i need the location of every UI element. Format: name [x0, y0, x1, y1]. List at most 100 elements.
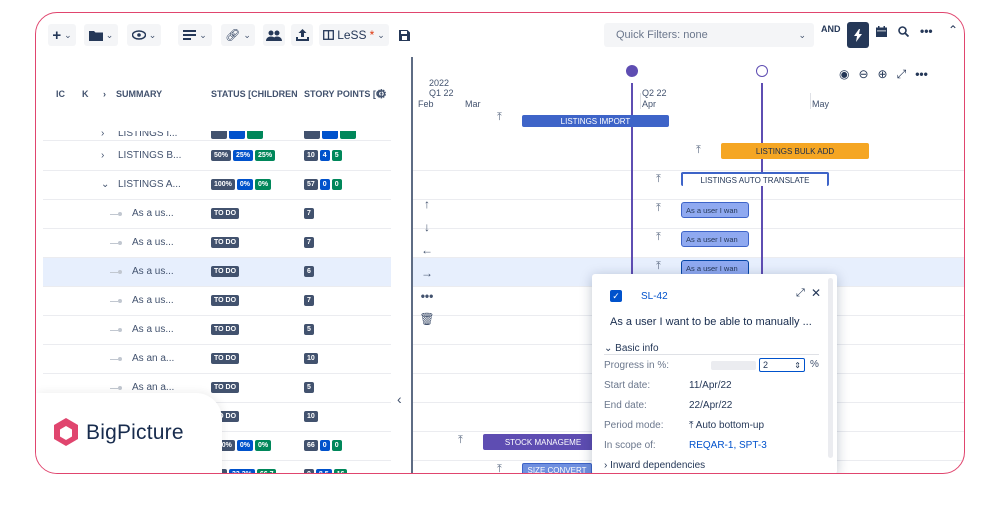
arrow-left-icon[interactable]: ← [417, 243, 437, 266]
inward-dependencies-section[interactable]: › Inward dependencies [604, 460, 705, 471]
table-row[interactable]: As a us... TO DO 7 [43, 200, 391, 229]
add-button[interactable]: + ⌄ [48, 24, 76, 46]
basic-info-section[interactable]: ⌄ Basic info [604, 343, 659, 354]
upload-icon: ⤒ [656, 231, 661, 243]
today-marker[interactable] [626, 65, 638, 77]
collapse-panel-arrow[interactable]: ‹ [397, 391, 402, 407]
unsaved-marker: * [369, 28, 375, 42]
view-selector[interactable]: LeSS * ⌄ [319, 24, 389, 46]
stepper-icon[interactable]: ⇕ [794, 361, 801, 370]
end-date-value[interactable]: 22/Apr/22 [689, 400, 732, 411]
points-pill: 6 [304, 266, 314, 277]
expand-icon[interactable]: ⤢ [796, 287, 805, 300]
bar-story[interactable]: As a user I wan [681, 202, 749, 218]
link-button[interactable]: 🔗︎ ⌄ [221, 24, 255, 46]
bar-label: As a user I wan [686, 205, 738, 215]
progress-input[interactable]: 2 ⇕ [759, 358, 805, 372]
bar-listings-import[interactable]: LISTINGS IMPORT [522, 115, 669, 127]
row-summary[interactable]: As a us... [132, 266, 174, 277]
folder-button[interactable]: ⌄ [84, 24, 118, 46]
arrow-down-icon[interactable]: ↓ [417, 220, 437, 243]
upload-icon: ⤒ [656, 173, 661, 185]
calendar-button[interactable] [876, 26, 887, 40]
bolt-button[interactable] [847, 22, 869, 48]
column-summary[interactable]: SUMMARY [116, 89, 162, 99]
chevron-right-icon[interactable]: › [101, 150, 104, 161]
arrow-up-icon[interactable]: ↑ [417, 197, 437, 220]
row-summary[interactable]: As a us... [132, 208, 174, 219]
row-summary[interactable]: LISTINGS B... [118, 150, 181, 161]
chevron-down-icon[interactable]: ⌄ [101, 179, 109, 190]
table-row[interactable]: ⌄ LISTINGS A... 100% 0% 0% 57 0 0 [43, 171, 391, 200]
team-button[interactable] [263, 24, 285, 46]
table-row[interactable]: As an a... TO DO 10 [43, 345, 391, 374]
table-row[interactable]: As a us... TO DO 5 [43, 316, 391, 345]
column-status[interactable]: STATUS [CHILDREN [211, 89, 298, 99]
start-date-value[interactable]: 11/Apr/22 [689, 380, 732, 391]
columns-button[interactable]: ⌄ [178, 24, 212, 46]
zoom-out-icon[interactable]: ⊖ [858, 67, 868, 82]
period-mode-value[interactable]: ⤒ Auto bottom-up [689, 420, 764, 431]
table-row[interactable]: As a us... TO DO 6 [43, 258, 391, 287]
bar-story[interactable]: As a user I wan [681, 231, 749, 247]
table-row[interactable]: › LISTINGS I... [43, 131, 391, 141]
bar-stock-management[interactable]: STOCK MANAGEME [483, 434, 603, 450]
points-pill: 57 [304, 179, 318, 190]
status-pill: TO DO [211, 237, 240, 248]
table-row[interactable]: As a us... TO DO 7 [43, 287, 391, 316]
month-may: May [812, 99, 830, 109]
expand-icon[interactable]: ⤢ [897, 67, 907, 82]
scope-links[interactable]: REQAR-1, SPT-3 [689, 440, 767, 451]
bar-listings-auto-translate[interactable]: LISTINGS AUTO TRANSLATE [681, 172, 829, 186]
trash-icon[interactable]: 🗑︎ [417, 312, 437, 335]
column-story-points[interactable]: STORY POINTS [C [304, 89, 382, 99]
status-cell [211, 131, 263, 139]
zoom-in-icon[interactable]: ⊕ [878, 67, 888, 82]
popup-scrollbar[interactable] [828, 278, 833, 458]
export-button[interactable] [291, 24, 313, 46]
more-icon[interactable]: ••• [915, 67, 928, 82]
percent-unit: % [810, 359, 819, 370]
target-icon[interactable]: ◉ [839, 67, 849, 82]
save-icon [398, 29, 410, 41]
row-summary[interactable]: As a us... [132, 237, 174, 248]
expand-all-icon[interactable]: › [103, 89, 106, 99]
side-tools: ↑ ↓ ← → ••• 🗑︎ [417, 197, 437, 335]
more-button[interactable]: ••• [920, 24, 933, 38]
bar-size-convert[interactable]: SIZE CONVERT [522, 463, 592, 473]
save-button[interactable] [394, 24, 414, 46]
and-toggle[interactable]: AND [821, 24, 841, 34]
table-row[interactable]: › LISTINGS B... 50% 25% 25% 10 4 5 [43, 142, 391, 171]
row-summary[interactable]: As an a... [132, 353, 174, 364]
points-pill: 0 [319, 440, 330, 451]
row-summary[interactable]: As a us... [132, 324, 174, 335]
today-line[interactable] [631, 83, 633, 283]
issue-key-link[interactable]: SL-42 [641, 291, 668, 302]
chevron-right-icon[interactable]: › [101, 131, 104, 139]
bar-listings-bulk-add[interactable]: LISTINGS BULK ADD [721, 143, 869, 159]
tree-connector [110, 359, 118, 360]
row-summary[interactable]: LISTINGS I... [118, 131, 177, 139]
row-summary[interactable]: As a us... [132, 295, 174, 306]
table-row[interactable]: As a us... TO DO 7 [43, 229, 391, 258]
upload-icon: ⤒ [696, 144, 701, 156]
search-button[interactable] [898, 26, 910, 40]
view-button[interactable]: ⌄ [127, 24, 161, 46]
bar-label: STOCK MANAGEME [504, 437, 582, 447]
gantt-row[interactable] [413, 142, 964, 171]
bar-label: LISTINGS IMPORT [560, 116, 631, 126]
milestone-marker[interactable] [756, 65, 768, 77]
bar-label: As a user I wan [686, 263, 738, 273]
arrow-right-icon[interactable]: → [417, 266, 437, 289]
status-pill [211, 131, 227, 139]
column-ic[interactable]: IC [56, 89, 65, 99]
quick-filters-select[interactable]: Quick Filters: none ⌄ [604, 23, 814, 47]
collapse-toolbar-button[interactable]: ⌃ [948, 23, 958, 37]
more-icon[interactable]: ••• [417, 289, 437, 312]
gear-icon[interactable]: ⚙ [376, 87, 387, 101]
row-summary[interactable]: LISTINGS A... [118, 179, 181, 190]
column-k[interactable]: K [82, 89, 89, 99]
row-summary[interactable]: As an a... [132, 382, 174, 393]
close-icon[interactable]: ✕ [811, 286, 821, 300]
points-pill: 7 [304, 295, 314, 306]
